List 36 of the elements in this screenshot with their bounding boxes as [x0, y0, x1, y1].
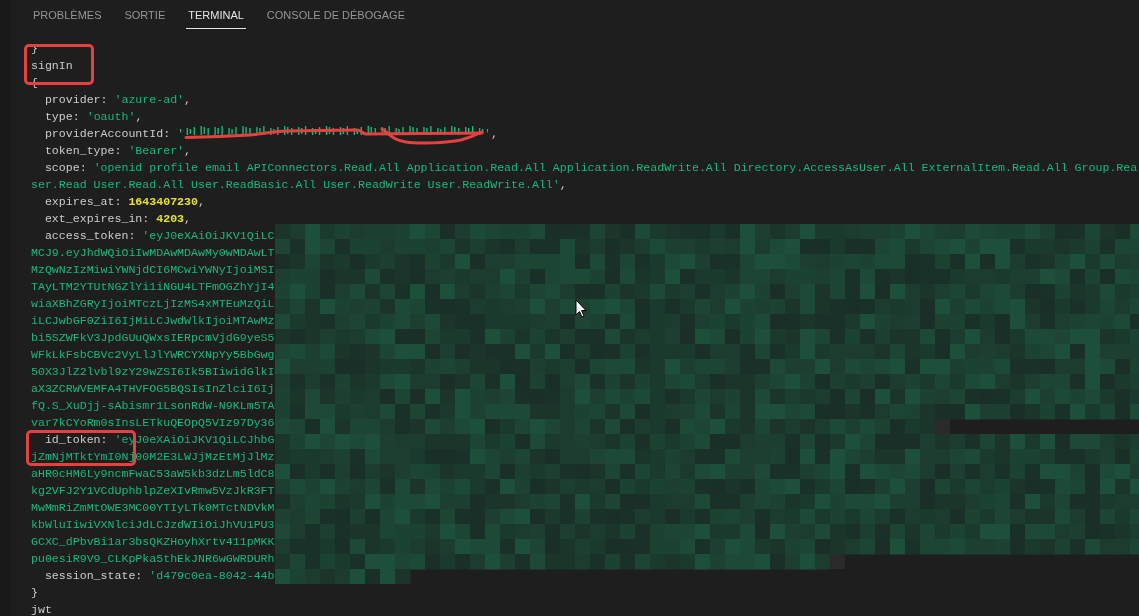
terminal-line: jwt	[31, 601, 52, 616]
terminal-line: MwMmRiZmMtOWE3MC00YTIyLTk0MTctNDVkM	[31, 499, 275, 516]
terminal-line: wiaXBhZGRyIjoiMTczLjIzMS4xMTEuMzQiL	[31, 295, 275, 312]
terminal-line: provider: 'azure-ad',	[43, 91, 192, 108]
terminal-line: WFkLkFsbCBVc2VyLlJlYWRCYXNpYy5BbGwg	[31, 346, 275, 363]
terminal-line: type: 'oauth',	[43, 108, 143, 125]
terminal-line: signIn	[31, 57, 73, 74]
terminal-line: bi5SZWFkV3JpdGUuQWxsIERpcmVjdG9yeS5	[31, 329, 275, 346]
panel-tab[interactable]: TERMINAL	[186, 0, 246, 29]
terminal-line: iLCJwbGF0ZiI6IjMiLCJwdWlkIjoiMTAwMz	[31, 312, 275, 329]
terminal-line: ext_expires_in: 4203,	[43, 210, 192, 227]
panel-tab[interactable]: CONSOLE DE DÉBOGAGE	[264, 0, 407, 29]
mouse-pointer-icon	[575, 299, 587, 318]
terminal-line: token_type: 'Bearer',	[43, 142, 192, 159]
terminal-line: MzQwNzIzMiwiYWNjdCI6MCwiYWNyIjoiMSI	[31, 261, 275, 278]
terminal-line: var7kCYoRm0sInsLETkuQEOpQ5VIz97Dy36	[31, 414, 275, 431]
terminal-line: TAyLTM2YTUtNGZlYi1iNGU4LTFmOGZhYjI4	[31, 278, 275, 295]
terminal-line: MCJ9.eyJhdWQiOiIwMDAwMDAwMy0wMDAwLT	[31, 244, 275, 261]
terminal-line: GCXC_dPbvBi1ar3bsQKZHoyhXrtv411pMKK	[31, 533, 275, 550]
terminal-line: kbWluIiwiVXNlciJdLCJzdWIiOiJhVU1PU3	[31, 516, 275, 533]
panel-tab[interactable]: PROBLÈMES	[31, 0, 104, 29]
terminal-line: ser.Read User.Read.All User.ReadBasic.All User.ReadWrite User.ReadWrite.All',	[31, 176, 567, 193]
terminal-line: expires_at: 1643407230,	[43, 193, 205, 210]
terminal-text: ',	[484, 125, 498, 142]
terminal-line: kg2VFJ2Y1VCdUphblpZeXIvRmw5VzJkR3FT	[31, 482, 275, 499]
terminal-line: pu0esiR9V9_CLKpPka5thEkJNR6wGWRDURh	[31, 550, 275, 567]
terminal-line: aX3ZCRWVEMFA4THVFOG5BQSIsInZlciI6Ij	[31, 380, 275, 397]
terminal-line: access_token: 'eyJ0eXAiOiJKV1QiLC	[43, 227, 275, 244]
terminal-text: providerAccountId: '	[43, 125, 185, 142]
terminal-line: session_state: 'd479c0ea-8042-44b	[43, 567, 275, 584]
terminal-line: }	[31, 584, 38, 601]
terminal-line: aHR0cHM6Ly9ncmFwaC53aW5kb3dzLm5ldC8	[31, 465, 275, 482]
panel-tab[interactable]: SORTIE	[122, 0, 168, 29]
terminal-line: scope: 'openid profile email APIConnectors.Read.All Application.Read.All Application.ReadWrite.All Directory.AccessAsUser.All ExternalItem.Read.All Group.Rea	[43, 159, 1138, 176]
terminal-line: fQ.S_XuDjj-sAbismr1LsonRdW-N9KLm5TA	[31, 397, 275, 414]
terminal-line: 50X3JlZ2lvbl9zY29wZSI6Ik5BIiwidGlkI	[31, 363, 275, 380]
